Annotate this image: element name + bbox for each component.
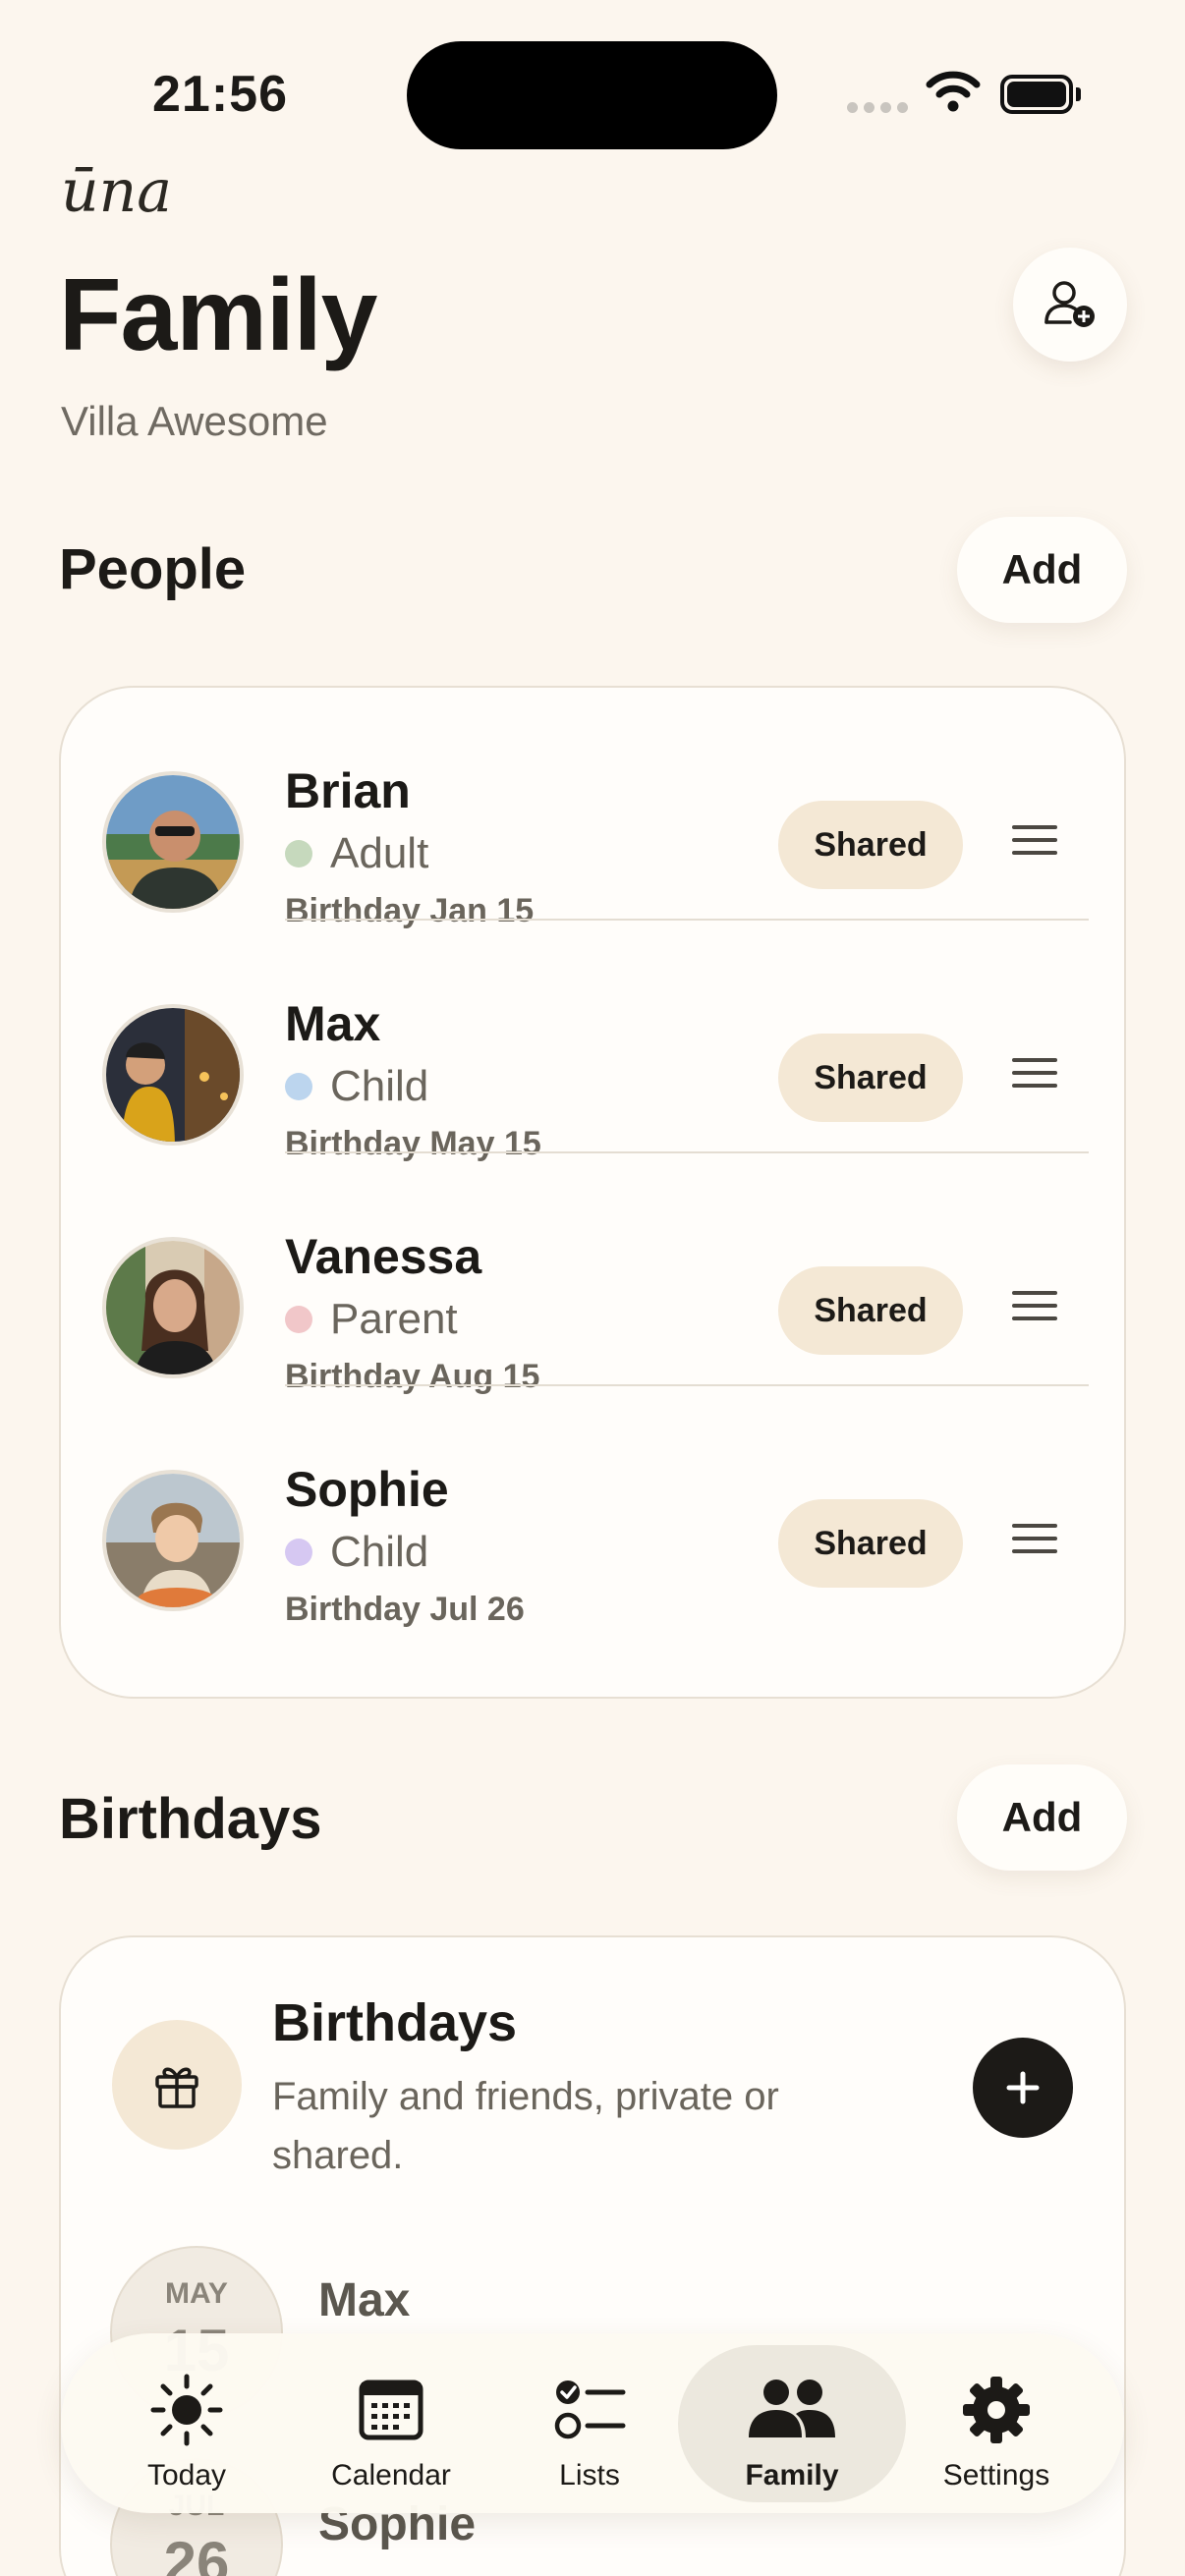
person-name: Vanessa: [285, 1229, 482, 1284]
tab-settings[interactable]: Settings: [898, 2345, 1095, 2502]
dynamic-island: [407, 41, 777, 149]
plus-icon: [1006, 2071, 1040, 2104]
shared-badge[interactable]: Shared: [778, 1499, 963, 1588]
person-row-sophie[interactable]: Sophie Child Birthday Jul 26 Shared: [61, 1386, 1128, 1628]
person-role: Child: [285, 1528, 428, 1577]
tab-bar: Today Calendar Lists Family Settings: [61, 2333, 1124, 2513]
add-birthday-button[interactable]: Add: [957, 1764, 1127, 1871]
tab-label: Lists: [559, 2459, 620, 2492]
shared-badge[interactable]: Shared: [778, 1266, 963, 1355]
person-role: Parent: [285, 1295, 458, 1344]
status-time: 21:56: [152, 66, 288, 123]
status-icons: [847, 69, 1083, 124]
role-label: Parent: [330, 1295, 458, 1343]
tab-label: Family: [745, 2459, 839, 2492]
app-logo: ūna: [61, 157, 173, 226]
battery-icon: [1000, 75, 1081, 114]
birthdays-card-description: Family and friends, private or shared.: [272, 2075, 779, 2177]
add-people-button[interactable]: Add: [957, 517, 1127, 623]
calendar-icon: [359, 2380, 423, 2440]
tab-family[interactable]: Family: [678, 2345, 906, 2502]
person-row-max[interactable]: Max Child Birthday May 15 Shared: [61, 921, 1128, 1162]
sun-icon: [150, 2374, 223, 2446]
page-title: Family: [59, 258, 377, 372]
role-label: Child: [330, 1062, 429, 1110]
people-icon: [749, 2380, 835, 2437]
person-row-vanessa[interactable]: Vanessa Parent Birthday Aug 15 Shared: [61, 1153, 1128, 1395]
household-name: Villa Awesome: [61, 398, 328, 444]
drag-handle-icon[interactable]: [1012, 1524, 1057, 1555]
people-section-title: People: [59, 537, 247, 601]
person-birthday: Birthday Jul 26: [285, 1591, 525, 1628]
role-color-dot: [285, 1539, 312, 1566]
tab-label: Settings: [942, 2459, 1050, 2492]
avatar-brian: [102, 771, 244, 913]
tab-label: Today: [146, 2459, 227, 2492]
drag-handle-icon[interactable]: [1012, 1058, 1057, 1090]
role-label: Adult: [330, 829, 429, 877]
birthday-day: 26: [163, 2530, 230, 2576]
person-name: Max: [285, 996, 381, 1051]
wifi-icon: [926, 71, 981, 112]
gift-badge: [112, 2020, 242, 2150]
tab-calendar[interactable]: Calendar: [293, 2345, 489, 2502]
birthdays-card-title: Birthdays: [272, 1993, 518, 2052]
family-screen: 21:56 ūna Family Villa Awesome People Ad…: [0, 0, 1185, 2576]
person-name: Sophie: [285, 1462, 449, 1517]
role-label: Child: [330, 1528, 429, 1576]
tab-lists[interactable]: Lists: [491, 2345, 688, 2502]
role-color-dot: [285, 840, 312, 868]
list-icon: [554, 2380, 626, 2439]
drag-handle-icon[interactable]: [1012, 1291, 1057, 1322]
drag-handle-icon[interactable]: [1012, 825, 1057, 857]
birthday-name[interactable]: Max: [318, 2273, 410, 2327]
avatar-max: [102, 1004, 244, 1146]
people-list: Brian Adult Birthday Jan 15 Shared Max C…: [59, 686, 1126, 1699]
gift-icon: [155, 2067, 198, 2108]
shared-badge[interactable]: Shared: [778, 801, 963, 889]
avatar-vanessa: [102, 1237, 244, 1378]
role-color-dot: [285, 1073, 312, 1100]
gear-icon: [963, 2377, 1030, 2443]
tab-label: Calendar: [331, 2459, 451, 2492]
birthdays-section-title: Birthdays: [59, 1787, 322, 1851]
new-birthday-button[interactable]: [973, 2038, 1073, 2138]
cellular-signal-icon: [847, 102, 908, 113]
add-person-icon: [1044, 281, 1095, 327]
avatar-sophie: [102, 1470, 244, 1611]
tab-today[interactable]: Today: [88, 2345, 285, 2502]
birthday-month: MAY: [165, 2277, 228, 2310]
person-name: Brian: [285, 763, 411, 818]
person-row-brian[interactable]: Brian Adult Birthday Jan 15 Shared: [61, 688, 1128, 929]
shared-badge[interactable]: Shared: [778, 1034, 963, 1122]
person-role: Adult: [285, 829, 428, 878]
role-color-dot: [285, 1306, 312, 1333]
add-person-button[interactable]: [1013, 248, 1127, 362]
person-role: Child: [285, 1062, 428, 1111]
